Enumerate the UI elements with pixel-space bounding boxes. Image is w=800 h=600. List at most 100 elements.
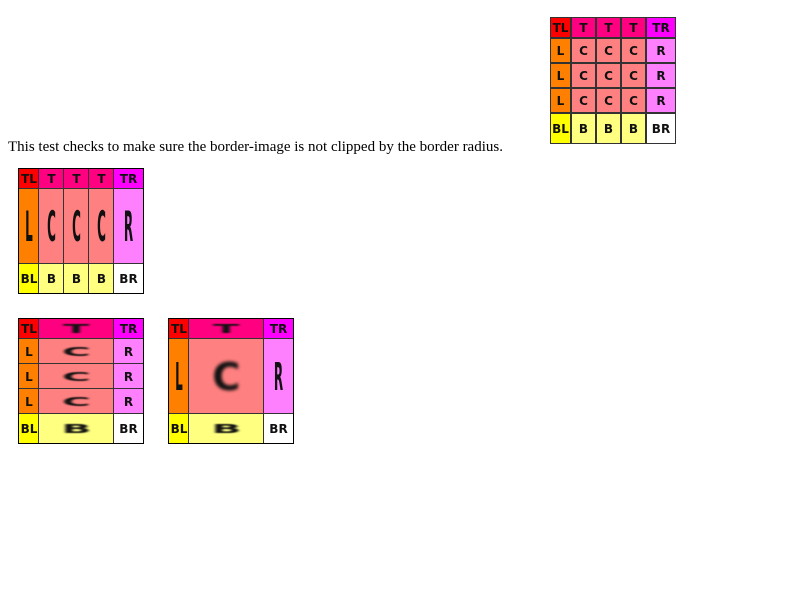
reference-label-left: L — [557, 69, 565, 83]
label-top-right: TR — [269, 322, 288, 336]
label-center: C — [62, 394, 91, 409]
tile-bottom: B — [39, 414, 114, 443]
tile-bottom-left: BL — [19, 264, 39, 293]
tile-left: L — [19, 189, 39, 264]
label-top: T — [47, 172, 56, 186]
tile-center: C — [39, 189, 64, 264]
tile-left: L — [19, 339, 39, 364]
tile-right: R — [114, 189, 143, 264]
reference-label-bottom: B — [604, 122, 613, 136]
test-description: This test checks to make sure the border… — [8, 139, 503, 155]
tile-right: R — [114, 364, 143, 389]
label-bottom: B — [96, 271, 107, 286]
border-image-stretch-both: TL T TR L C R BL B BR — [168, 318, 294, 444]
reference-label-center: C — [629, 44, 638, 58]
tile-top: T — [89, 169, 114, 189]
tile-top-left: TL — [19, 319, 39, 339]
tile-top: T — [189, 319, 264, 339]
label-left: L — [25, 369, 33, 384]
label-top: T — [72, 172, 81, 186]
reference-label-top: T — [579, 21, 588, 35]
tile-left: L — [19, 364, 39, 389]
reference-label-left: L — [557, 44, 565, 58]
reference-label-center: C — [604, 94, 613, 108]
tile-center: C — [189, 339, 264, 414]
reference-border-image: TL T T T TRL C C C RL C C C RL C C C RBL B B B BR — [550, 17, 676, 144]
tile-bottom: B — [64, 264, 89, 293]
tile-center: C — [64, 189, 89, 264]
test-page: TL T T T TR L C C C R L C C C R L C C C R BL B B B BR This test … — [0, 0, 800, 600]
reference-label-bottom: B — [579, 122, 588, 136]
label-bottom-left: BL — [20, 421, 38, 436]
reference-label-bottom-left: BL — [552, 122, 569, 136]
reference-label-center: C — [604, 69, 613, 83]
label-right: R — [123, 202, 134, 251]
reference-label-center: C — [629, 69, 638, 83]
tile-bottom-right: BR — [114, 414, 143, 443]
label-left: L — [25, 344, 33, 359]
label-bottom-left: BL — [170, 421, 188, 436]
label-top-right: TR — [119, 322, 138, 336]
tile-top-right: TR — [114, 169, 143, 189]
tile-bottom: B — [39, 264, 64, 293]
tile-bottom-right: BR — [114, 264, 143, 293]
tile-top-right: TR — [264, 319, 293, 339]
label-top-left: TL — [21, 172, 37, 186]
tile-top-left: TL — [169, 319, 189, 339]
tile-center: C — [39, 364, 114, 389]
tile-right: R — [114, 339, 143, 364]
tile-top: T — [64, 169, 89, 189]
reference-label-top: T — [629, 21, 638, 35]
reference-label-top: T — [604, 21, 613, 35]
reference-label-right: R — [656, 94, 665, 108]
label-center: C — [62, 369, 91, 384]
tile-left: L — [169, 339, 189, 414]
reference-label-right: R — [656, 69, 665, 83]
reference-label-right: R — [656, 44, 665, 58]
label-left: L — [175, 354, 183, 399]
tile-bottom-right: BR — [264, 414, 293, 443]
tile-top-left: TL — [19, 169, 39, 189]
reference-label-bottom: B — [629, 122, 638, 136]
label-top: T — [63, 322, 90, 336]
label-center: C — [212, 354, 241, 399]
label-bottom: B — [46, 271, 57, 286]
tile-bottom-left: BL — [19, 414, 39, 443]
reference-label-center: C — [604, 44, 613, 58]
label-bottom: B — [71, 271, 82, 286]
label-top: T — [213, 322, 240, 336]
tile-top-right: TR — [114, 319, 143, 339]
tile-bottom-left: BL — [169, 414, 189, 443]
reference-label-top-left: TL — [553, 21, 569, 35]
label-bottom-right: BR — [119, 421, 138, 436]
label-center: C — [47, 202, 56, 251]
reference-label-left: L — [557, 94, 565, 108]
label-right: R — [123, 344, 134, 359]
label-top-right: TR — [119, 172, 138, 186]
label-right: R — [123, 369, 134, 384]
label-top: T — [97, 172, 106, 186]
reference-label-center: C — [629, 94, 638, 108]
reference-label-center: C — [579, 44, 588, 58]
tile-right: R — [114, 389, 143, 414]
label-center: C — [97, 202, 106, 251]
tile-right: R — [264, 339, 293, 414]
reference-label-top-right: TR — [652, 21, 669, 35]
tile-center: C — [39, 389, 114, 414]
label-center: C — [62, 344, 91, 359]
border-image-stretch-horizontal: TL T TR L C R L C R L C R BL B BR — [18, 318, 144, 444]
tile-center: C — [39, 339, 114, 364]
tile-bottom: B — [89, 264, 114, 293]
reference-label-bottom-right: BR — [652, 122, 670, 136]
tile-top: T — [39, 169, 64, 189]
tile-top: T — [39, 319, 114, 339]
label-bottom-right: BR — [119, 271, 138, 286]
border-image-stretch-vertical: TL T T T TR L C C C R BL B B B BR — [18, 168, 144, 294]
tile-bottom: B — [189, 414, 264, 443]
label-bottom-left: BL — [20, 271, 38, 286]
label-right: R — [123, 394, 134, 409]
reference-label-center: C — [579, 94, 588, 108]
label-center: C — [72, 202, 81, 251]
tile-left: L — [19, 389, 39, 414]
label-right: R — [273, 354, 284, 399]
